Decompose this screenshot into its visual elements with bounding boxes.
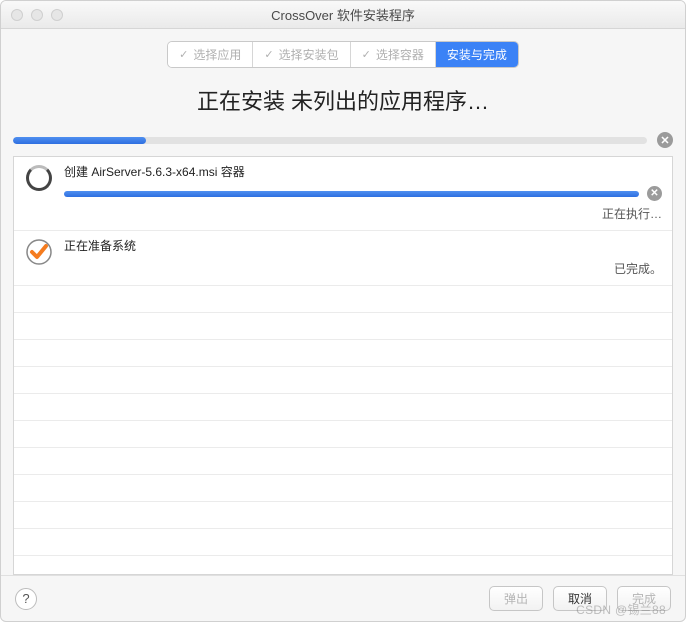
tab-select-bottle: ✓ 选择容器: [351, 42, 436, 67]
page-heading: 正在安装 未列出的应用程序…: [1, 74, 685, 132]
tab-select-app: ✓ 选择应用: [168, 42, 253, 67]
tab-label: 选择应用: [193, 46, 241, 63]
list-row-empty: [14, 313, 672, 340]
spinner-icon: [26, 165, 52, 191]
list-row-empty: [14, 556, 672, 575]
task-progress-bar: [64, 191, 639, 197]
list-row-empty: [14, 421, 672, 448]
cancel-task-icon[interactable]: ✕: [647, 186, 662, 201]
overall-progress-fill: [13, 137, 146, 144]
window-title: CrossOver 软件安装程序: [1, 5, 685, 24]
task-row: 正在准备系统 已完成。: [14, 231, 672, 286]
cancel-overall-icon[interactable]: ✕: [657, 132, 673, 148]
cancel-button[interactable]: 取消: [553, 586, 607, 611]
check-icon: ✓: [264, 48, 273, 61]
task-status: 正在执行…: [64, 205, 662, 222]
eject-button: 弹出: [489, 586, 543, 611]
check-icon: ✓: [179, 48, 188, 61]
task-title: 正在准备系统: [64, 237, 662, 254]
task-progress-fill: [64, 191, 639, 197]
traffic-lights: [1, 9, 63, 21]
tab-install-finish[interactable]: 安装与完成: [436, 42, 518, 67]
list-row-empty: [14, 340, 672, 367]
list-row-empty: [14, 529, 672, 556]
installer-window: CrossOver 软件安装程序 ✓ 选择应用 ✓ 选择安装包 ✓ 选择容器 安装与完…: [0, 0, 686, 622]
check-icon: ✓: [362, 48, 371, 61]
zoom-window-icon[interactable]: [51, 9, 63, 21]
minimize-window-icon[interactable]: [31, 9, 43, 21]
list-row-empty: [14, 286, 672, 313]
footer: ? 弹出 取消 完成: [1, 575, 685, 621]
step-tabs: ✓ 选择应用 ✓ 选择安装包 ✓ 选择容器 安装与完成: [1, 29, 685, 74]
tab-label: 选择安装包: [279, 46, 339, 63]
overall-progress-row: ✕: [1, 132, 685, 154]
list-row-empty: [14, 502, 672, 529]
list-row-empty: [14, 394, 672, 421]
task-title: 创建 AirServer-5.6.3-x64.msi 容器: [64, 163, 662, 180]
titlebar: CrossOver 软件安装程序: [1, 1, 685, 29]
checkmark-badge-icon: [26, 239, 52, 265]
tab-select-package: ✓ 选择安装包: [253, 42, 350, 67]
help-button[interactable]: ?: [15, 588, 37, 610]
task-row: 创建 AirServer-5.6.3-x64.msi 容器 ✕ 正在执行…: [14, 157, 672, 231]
tab-label: 安装与完成: [447, 46, 507, 63]
task-status: 已完成。: [64, 260, 662, 277]
overall-progress-bar: [13, 137, 647, 144]
list-row-empty: [14, 475, 672, 502]
close-window-icon[interactable]: [11, 9, 23, 21]
tab-label: 选择容器: [376, 46, 424, 63]
list-row-empty: [14, 448, 672, 475]
list-row-empty: [14, 367, 672, 394]
done-button: 完成: [617, 586, 671, 611]
task-list: 创建 AirServer-5.6.3-x64.msi 容器 ✕ 正在执行… 正在…: [13, 156, 673, 575]
